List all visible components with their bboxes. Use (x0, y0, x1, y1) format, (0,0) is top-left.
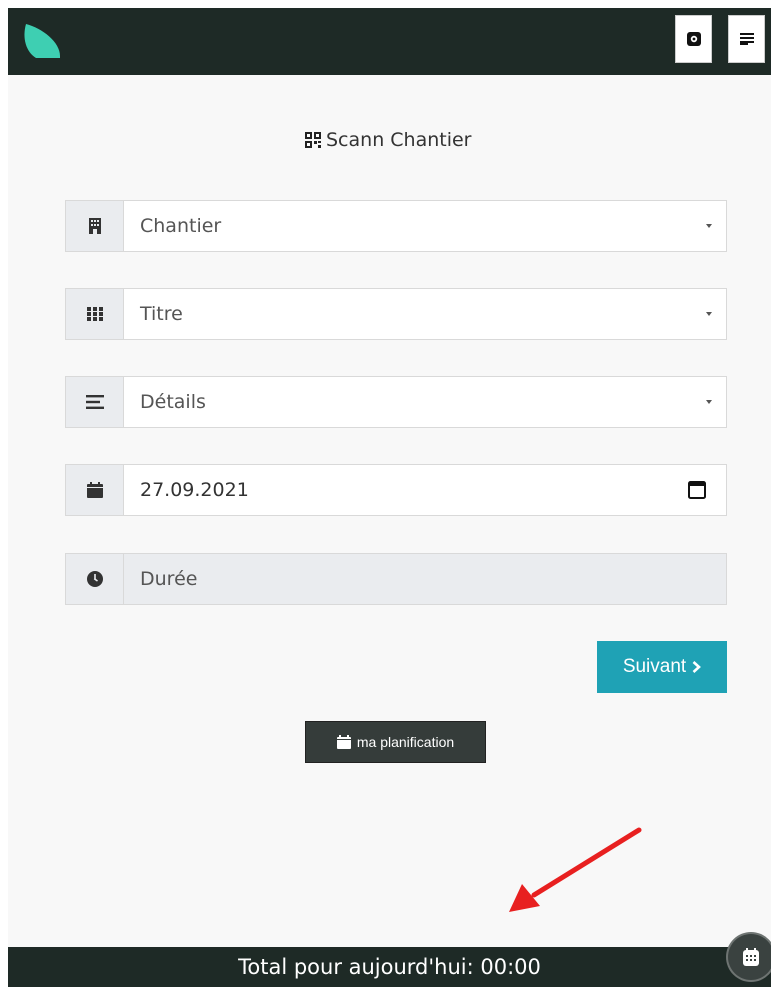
scan-chantier-button[interactable]: Scann Chantier (304, 120, 472, 160)
calendar-icon (86, 482, 103, 498)
calendar-outline-icon[interactable] (688, 480, 706, 499)
chantier-value[interactable]: Chantier (124, 201, 726, 251)
qr-code-icon (305, 132, 321, 148)
next-button-label: Suivant (622, 656, 687, 677)
duree-field[interactable]: Durée (65, 553, 727, 605)
duree-addon (66, 554, 124, 604)
details-addon (66, 377, 124, 427)
details-value[interactable]: Détails (124, 377, 726, 427)
top-bar (8, 8, 771, 75)
chevron-right-icon (692, 661, 702, 673)
chevron-down-icon (706, 224, 712, 228)
leaf-logo-icon[interactable] (22, 22, 62, 60)
building-icon (88, 218, 101, 234)
grid-icon (86, 307, 103, 321)
chantier-addon (66, 201, 124, 251)
date-input[interactable]: 27.09.2021 (65, 464, 727, 516)
calendar-fab-button[interactable] (728, 934, 771, 980)
date-value-field[interactable]: 27.09.2021 (124, 465, 726, 515)
details-placeholder: Détails (140, 391, 206, 413)
menu-button[interactable] (728, 15, 765, 63)
details-select[interactable]: Détails (65, 376, 727, 428)
titre-placeholder: Titre (140, 303, 183, 325)
planning-button[interactable]: ma planification (305, 721, 486, 763)
scan-chantier-label: Scann Chantier (326, 129, 472, 151)
gear-icon (686, 32, 701, 46)
footer-bar: Total pour aujourd'hui: 00:00 (8, 947, 771, 987)
titre-value[interactable]: Titre (124, 289, 726, 339)
app-container: Scann Chantier Chantier Titre Détails 27… (8, 8, 771, 987)
duree-placeholder: Durée (140, 568, 198, 590)
chevron-down-icon (706, 400, 712, 404)
settings-button[interactable] (675, 15, 712, 63)
planning-button-label: ma planification (356, 734, 455, 750)
calendar-icon (336, 735, 351, 749)
titre-select[interactable]: Titre (65, 288, 727, 340)
clock-icon (86, 571, 103, 587)
date-value: 27.09.2021 (140, 479, 249, 501)
chantier-select[interactable]: Chantier (65, 200, 727, 252)
daily-total-label: Total pour aujourd'hui: 00:00 (238, 955, 541, 979)
chevron-down-icon (706, 312, 712, 316)
date-addon (66, 465, 124, 515)
calendar-keypad-icon (743, 948, 759, 966)
titre-addon (66, 289, 124, 339)
duree-value: Durée (124, 554, 726, 604)
next-button[interactable]: Suivant (597, 641, 727, 693)
hamburger-icon (739, 33, 754, 45)
lines-icon (85, 395, 104, 409)
chantier-placeholder: Chantier (140, 215, 222, 237)
